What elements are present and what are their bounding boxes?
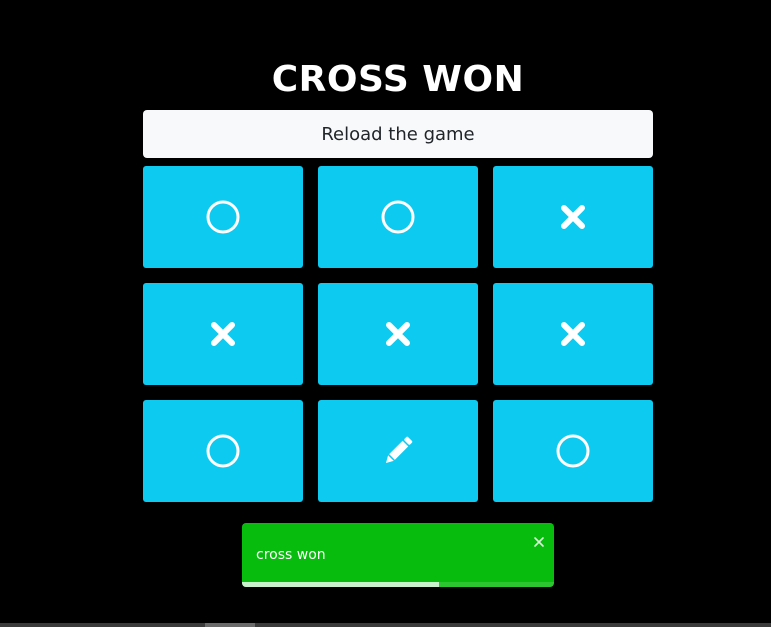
game-board (143, 166, 653, 502)
board-cell[interactable] (493, 283, 653, 385)
reload-game-button[interactable]: Reload the game (143, 110, 653, 158)
game-page: CROSS WON Reload the game cross won (0, 0, 771, 627)
toast-progress-bar (242, 582, 439, 587)
board-cell[interactable] (143, 400, 303, 502)
board-cell[interactable] (493, 166, 653, 268)
cross-icon (209, 320, 237, 348)
close-icon[interactable] (532, 534, 546, 548)
board-cell[interactable] (493, 400, 653, 502)
cross-icon (559, 320, 587, 348)
board-cell[interactable] (318, 166, 478, 268)
cross-icon (384, 320, 412, 348)
game-status-title: CROSS WON (271, 59, 525, 100)
horizontal-scrollbar[interactable] (0, 623, 771, 627)
board-cell[interactable] (318, 400, 478, 502)
toast-message: cross won (256, 547, 326, 563)
board-cell[interactable] (143, 166, 303, 268)
scrollbar-thumb[interactable] (205, 623, 255, 627)
circle-icon (205, 433, 241, 469)
circle-icon (205, 199, 241, 235)
notification-toast[interactable]: cross won (242, 523, 554, 587)
board-cell[interactable] (318, 283, 478, 385)
board-cell[interactable] (143, 283, 303, 385)
circle-icon (555, 433, 591, 469)
cross-icon (559, 203, 587, 231)
circle-icon (380, 199, 416, 235)
pencil-icon (379, 432, 417, 470)
